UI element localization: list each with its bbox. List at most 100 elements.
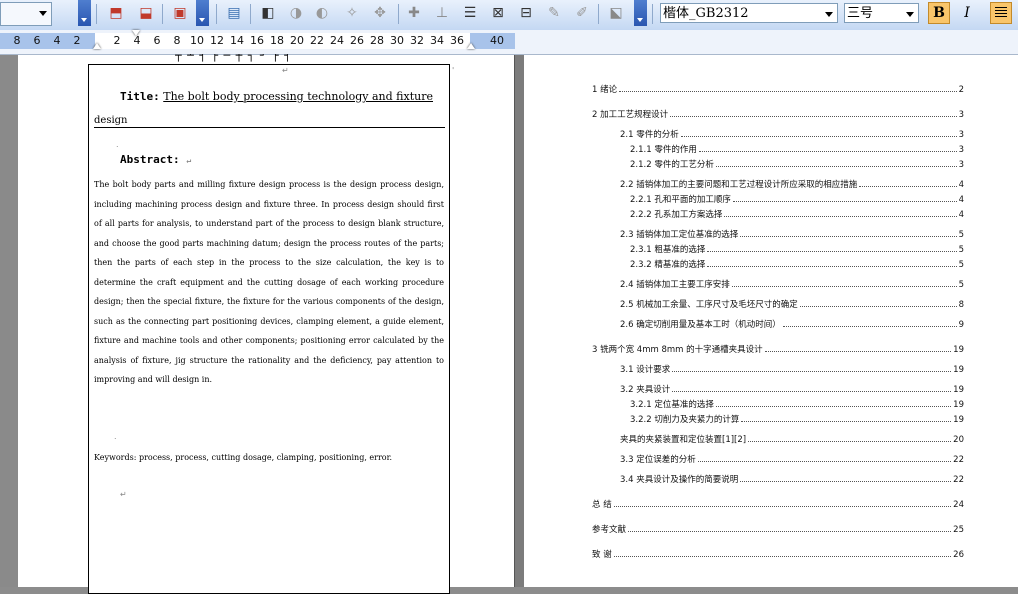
toc-leader-dots [619,91,957,92]
brightness-down-icon[interactable]: ◐ [312,2,332,24]
toc-entry[interactable]: 3.2.1 定位基准的选择 19 [630,398,964,410]
format-picture-icon[interactable]: ⊟ [516,2,536,24]
toc-entry[interactable]: 2.5 机械加工余量、工序尺寸及毛坯尺寸的确定 8 [620,298,964,310]
toc-entry-page: 3 [958,130,964,140]
font-size-value: 三号 [847,6,874,21]
toc-entry[interactable]: 2.3.1 粗基准的选择 5 [630,243,964,255]
english-title: Title: The bolt body processing technolo… [94,90,446,103]
ruler-number: 20 [290,34,304,47]
toc-entry[interactable]: 3 铣两个宽 4mm 8mm 的十字通槽夹具设计 19 [592,343,964,355]
ruler-number: 8 [13,34,21,47]
toc-entry[interactable]: 参考文献 25 [592,523,964,535]
toc-entry-page: 4 [958,180,964,190]
rotate-icon[interactable]: ✥ [370,2,390,24]
font-size-select[interactable]: 三号 [844,3,919,23]
toc-entry[interactable]: 夹具的夹紧装置和定位装置[1][2] 20 [620,433,964,445]
right-indent-marker[interactable] [467,43,475,49]
set-transparent-icon[interactable]: ✎ [544,2,564,24]
toc-entry[interactable]: 2.1 零件的分析 3 [620,128,964,140]
toc-entry-page: 19 [953,400,964,410]
toc-entry-title: 2 加工工艺规程设计 [592,110,669,120]
toc-entry-page: 5 [958,260,964,270]
toc-leader-dots [740,481,952,482]
toolbar-dropdown-left[interactable] [0,2,52,26]
brightness-up-icon[interactable]: ◑ [286,2,306,24]
reset-picture-icon[interactable]: ✐ [572,2,592,24]
title-value: The bolt body processing technology and … [163,90,433,103]
toc-entry-page: 25 [953,525,964,535]
ruler-number: 2 [113,34,121,47]
abstract-label-text: Abstract: [120,153,180,166]
toc-entry-title: 2.2.2 孔系加工方案选择 [630,210,723,220]
toc-entry[interactable]: 2.2.2 孔系加工方案选择 4 [630,208,964,220]
insert-picture-icon[interactable]: ▤ [224,2,244,24]
ruler-number: 22 [310,34,324,47]
pdf-export-icon[interactable]: ⬒ [106,2,126,24]
toc-entry-page: 4 [958,195,964,205]
line-style-icon[interactable]: ✚ [404,2,424,24]
chevron-down-icon [37,7,49,19]
horizontal-ruler[interactable]: 8 6 4 2 2 4 6 8 10 12 14 16 18 20 22 24 26 28 30 32 34 36 40 [0,30,1018,55]
toc-entry-title: 2.1.1 零件的作用 [630,145,697,155]
justify-align-button[interactable] [990,2,1012,24]
toc-entry[interactable]: 1 绪论 2 [592,83,964,95]
toc-entry[interactable]: 2.1.2 零件的工艺分析 3 [630,158,964,170]
toc-leader-dots [859,186,957,187]
ruler-number: 6 [33,34,41,47]
abstract-body: The bolt body parts and milling fixture … [94,180,444,384]
toc-entry[interactable]: 3.1 设计要求 19 [620,363,964,375]
line-weight-icon[interactable]: ☰ [460,2,480,24]
toc-entry-page: 8 [958,300,964,310]
italic-button[interactable]: I [956,2,978,24]
toolbar-grip[interactable] [78,0,91,26]
toc-entry-title: 3.3 定位误差的分析 [620,455,696,465]
chevron-down-icon[interactable] [904,8,916,20]
compress-icon[interactable]: ⊥ [432,2,452,24]
toc-entry-title: 2.6 确定切削用量及基本工时（机动时间） [620,320,781,330]
styles-icon[interactable]: ⬕ [606,2,626,24]
left-indent-marker[interactable] [93,43,101,49]
toc-entry[interactable]: 2.3.2 精基准的选择 5 [630,258,964,270]
font-name-select[interactable]: 楷体_GB2312 [660,3,838,23]
toc-entry-title: 2.2.1 孔和平面的加工顺序 [630,195,731,205]
toc-entry[interactable]: 3.3 定位误差的分析 22 [620,453,964,465]
toc-entry-page: 19 [953,415,964,425]
toc-entry-page: 2 [958,85,964,95]
crop-icon[interactable]: ✧ [342,2,362,24]
toc-entry[interactable]: 2.4 插销体加工主要工序安排 5 [620,278,964,290]
chevron-down-icon[interactable] [823,8,835,20]
text-wrap-icon[interactable]: ⊠ [488,2,508,24]
keywords: Keywords: process, process, cutting dosa… [94,453,393,462]
pdf-comment-icon[interactable]: ⬓ [136,2,156,24]
paragraph-mark: ↵ [186,156,192,165]
ruler-number: 6 [153,34,161,47]
toc-entry-page: 5 [958,245,964,255]
toolbar-grip[interactable] [634,0,647,26]
toc-entry-page: 4 [958,210,964,220]
toc-entry[interactable]: 3.2 夹具设计 19 [620,383,964,395]
toc-entry[interactable]: 2.2.1 孔和平面的加工顺序 4 [630,193,964,205]
toc-entry[interactable]: 2.6 确定切削用量及基本工时（机动时间） 9 [620,318,964,330]
toolbar-grip[interactable] [196,0,209,26]
toc-entry[interactable]: 总 结 24 [592,498,964,510]
toc-leader-dots [680,136,957,137]
toc-entry[interactable]: 2 加工工艺规程设计 3 [592,108,964,120]
toc-leader-dots [732,201,957,202]
first-line-indent-marker[interactable] [132,30,140,36]
toc-entry[interactable]: 2.2 插销体加工的主要问题和工艺过程设计所应采取的相应措施 4 [620,178,964,190]
toc-entry[interactable]: 2.3 插销体加工定位基准的选择 5 [620,228,964,240]
toc-leader-dots [782,326,957,327]
ruler-number: 8 [173,34,181,47]
toc-entry[interactable]: 2.1.1 零件的作用 3 [630,143,964,155]
contrast-icon[interactable]: ◧ [258,2,278,24]
toc-leader-dots [672,391,952,392]
toc-entry-page: 3 [958,110,964,120]
toc-leader-dots [628,531,952,532]
toc-entry[interactable]: 3.4 夹具设计及操作的简要说明 22 [620,473,964,485]
pdf-review-icon[interactable]: ▣ [170,2,190,24]
toc-entry[interactable]: 3.2.2 切削力及夹紧力的计算 19 [630,413,964,425]
ruler-number: 18 [270,34,284,47]
bold-button[interactable]: B [928,2,950,24]
toc-entry[interactable]: 致 谢 26 [592,548,964,560]
toc-entry-page: 9 [958,320,964,330]
